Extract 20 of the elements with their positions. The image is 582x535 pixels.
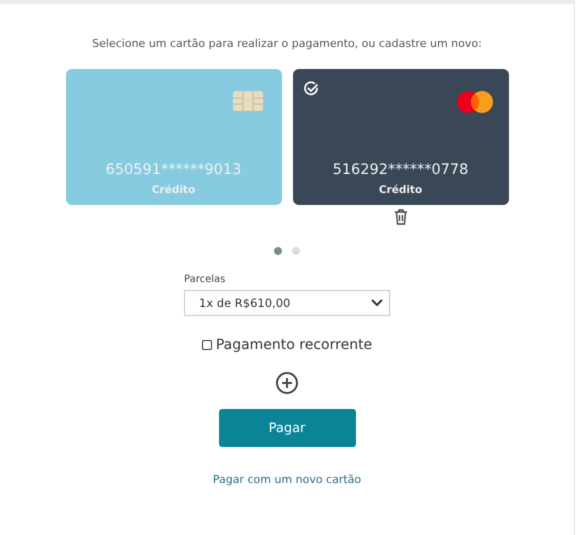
card-type: Crédito — [152, 184, 196, 196]
mastercard-icon — [456, 91, 492, 113]
card-number: 650591******9013 — [106, 162, 242, 178]
card-number: 516292******0778 — [332, 162, 468, 178]
pager-dot[interactable] — [292, 247, 300, 255]
checkbox[interactable] — [202, 340, 212, 350]
trash-icon[interactable] — [394, 209, 408, 225]
card-type: Crédito — [378, 184, 422, 196]
field-label: Parcelas — [184, 274, 226, 285]
add-circle-icon[interactable] — [275, 371, 299, 395]
chevron-down-icon — [371, 299, 383, 307]
check-circle-icon — [302, 81, 318, 97]
pay-button[interactable]: Pagar — [218, 409, 356, 447]
checkbox-label: Pagamento recorrente — [216, 337, 372, 353]
pager-dot[interactable] — [274, 247, 282, 255]
chip-icon — [232, 91, 262, 111]
installments-select[interactable]: 1x de R$610,00 — [184, 290, 390, 316]
credit-card[interactable]: 516292******0778 Crédito — [292, 69, 508, 205]
new-card-link[interactable]: Pagar com um novo cartão — [212, 473, 362, 486]
instruction-text: Selecione um cartão para realizar o pagamento, ou cadastre um novo: — [92, 37, 482, 50]
